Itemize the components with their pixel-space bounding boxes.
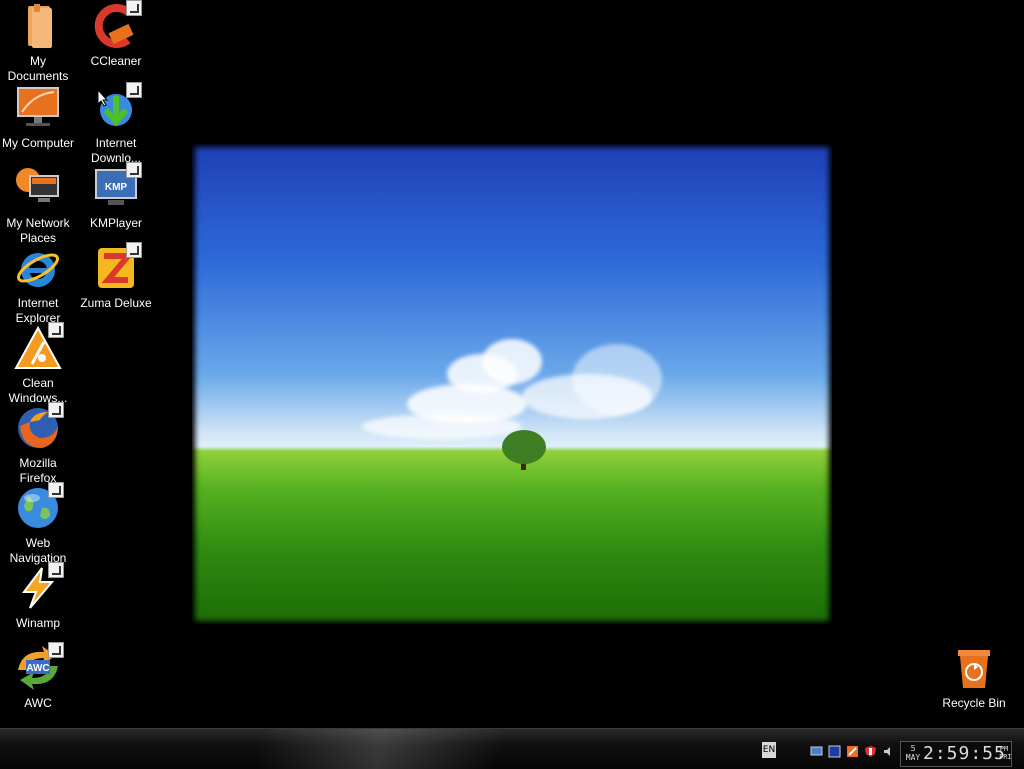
shortcut-arrow-icon xyxy=(48,482,64,498)
desktop-icon-web-navigation[interactable]: Web Navigation xyxy=(0,482,76,565)
mouse-cursor-icon xyxy=(97,89,109,107)
desktop-icon-kmplayer[interactable]: KMP KMPlayer xyxy=(78,162,154,240)
icon-label: AWC xyxy=(24,696,52,710)
wallpaper-image xyxy=(192,144,832,624)
clock-ampm: PM xyxy=(999,745,1009,753)
desktop-icon-my-network-places[interactable]: My Network Places xyxy=(0,162,76,245)
desktop-icon-recycle-bin[interactable]: Recycle Bin xyxy=(936,642,1012,720)
shortcut-arrow-icon xyxy=(48,322,64,338)
internet-explorer-icon xyxy=(17,253,59,287)
shortcut-arrow-icon xyxy=(48,642,64,658)
security-shield-tray-icon[interactable] xyxy=(864,745,877,758)
folder-icon xyxy=(28,4,52,48)
display-tray-icon[interactable] xyxy=(810,745,823,758)
icon-label: Zuma Deluxe xyxy=(80,296,152,310)
icon-label: KMPlayer xyxy=(89,216,142,230)
clock-day-number: 5 xyxy=(910,744,916,753)
clock-time: 2:59:55 xyxy=(923,743,1006,764)
computer-icon xyxy=(17,87,59,126)
icon-label: CCleaner xyxy=(90,54,142,68)
desktop-icon-ccleaner[interactable]: CCleaner xyxy=(78,0,154,78)
shortcut-arrow-icon xyxy=(126,0,142,16)
system-clock[interactable]: 5 MAY 2:59:55 PM FRI xyxy=(900,741,1012,767)
icon-label: My Documents xyxy=(7,54,69,83)
desktop-icon-winamp[interactable]: Winamp xyxy=(0,562,76,640)
desktop-icon-internet-explorer[interactable]: Internet Explorer xyxy=(0,242,76,325)
network-tray-icon[interactable] xyxy=(828,745,841,758)
desktop-icon-awc[interactable]: AWC AWC xyxy=(0,642,76,720)
desktop-icon-clean-windows[interactable]: Clean Windows... xyxy=(0,322,76,405)
clock-date: 5 MAY xyxy=(904,744,922,762)
shortcut-arrow-icon xyxy=(126,82,142,98)
clock-month: MAY xyxy=(905,753,921,762)
desktop-icon-my-documents[interactable]: My Documents xyxy=(0,0,76,83)
desktop-icon-my-computer[interactable]: My Computer xyxy=(0,82,76,160)
desktop-icon-internet-download-manager[interactable]: Internet Downlo... xyxy=(78,82,154,165)
shortcut-arrow-icon xyxy=(48,402,64,418)
desktop-icon-mozilla-firefox[interactable]: Mozilla Firefox xyxy=(0,402,76,485)
svg-text:AWC: AWC xyxy=(26,663,49,674)
recycle-bin-icon xyxy=(958,650,990,688)
shortcut-arrow-icon xyxy=(126,162,142,178)
clock-ampm-weekday: PM FRI xyxy=(999,745,1012,761)
shortcut-arrow-icon xyxy=(126,242,142,258)
updater-tray-icon[interactable] xyxy=(846,745,859,758)
desktop-icon-zuma-deluxe[interactable]: Zuma Deluxe xyxy=(78,242,154,320)
speaker-tray-icon[interactable] xyxy=(882,745,895,758)
shortcut-arrow-icon xyxy=(48,562,64,578)
network-icon xyxy=(16,168,59,202)
clock-weekday: FRI xyxy=(999,753,1012,761)
language-indicator[interactable]: EN xyxy=(762,742,776,758)
tree-canopy xyxy=(502,430,546,464)
icon-label: Winamp xyxy=(15,616,60,630)
icon-label: Recycle Bin xyxy=(942,696,1006,710)
svg-text:KMP: KMP xyxy=(105,182,128,193)
icon-label: My Computer xyxy=(1,136,75,150)
